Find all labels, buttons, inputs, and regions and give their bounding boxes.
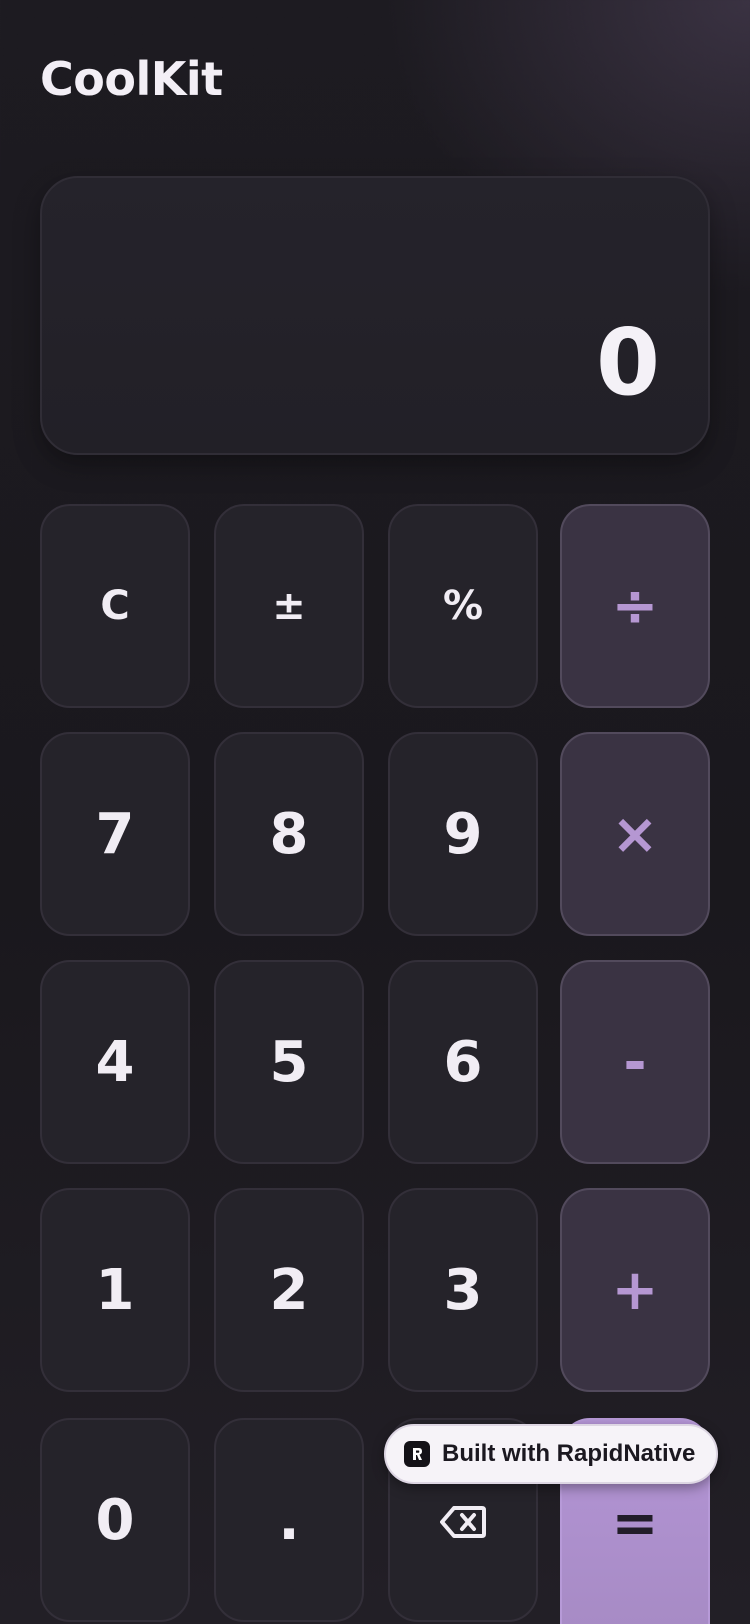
divide-button[interactable]: ÷: [560, 504, 710, 708]
key-label: ÷: [611, 573, 659, 639]
key-label: ×: [611, 801, 659, 867]
digit-4-button[interactable]: 4: [40, 960, 190, 1164]
digit-2-button[interactable]: 2: [214, 1188, 364, 1392]
backspace-icon: [440, 1488, 486, 1553]
multiply-button[interactable]: ×: [560, 732, 710, 936]
key-label: 5: [269, 1029, 309, 1095]
key-label: 0: [95, 1487, 135, 1553]
key-label: 7: [95, 801, 135, 867]
app-title: CoolKit: [40, 52, 223, 106]
key-label: +: [611, 1257, 659, 1323]
sign-toggle-button[interactable]: ±: [214, 504, 364, 708]
digit-8-button[interactable]: 8: [214, 732, 364, 936]
digit-6-button[interactable]: 6: [388, 960, 538, 1164]
built-with-badge[interactable]: Built with RapidNative: [384, 1424, 718, 1484]
key-label: =: [611, 1490, 659, 1556]
digit-0-button[interactable]: 0: [40, 1418, 190, 1622]
key-label: 3: [443, 1257, 483, 1323]
subtract-button[interactable]: -: [560, 960, 710, 1164]
digit-9-button[interactable]: 9: [388, 732, 538, 936]
digit-7-button[interactable]: 7: [40, 732, 190, 936]
key-label: 8: [269, 801, 309, 867]
key-label: %: [442, 583, 484, 629]
key-label: 1: [95, 1257, 135, 1323]
percent-button[interactable]: %: [388, 504, 538, 708]
digit-1-button[interactable]: 1: [40, 1188, 190, 1392]
badge-text: Built with RapidNative: [442, 1440, 696, 1467]
digit-3-button[interactable]: 3: [388, 1188, 538, 1392]
key-label: .: [278, 1487, 300, 1553]
decimal-button[interactable]: .: [214, 1418, 364, 1622]
key-label: C: [100, 583, 130, 629]
add-button[interactable]: +: [560, 1188, 710, 1392]
key-label: 2: [269, 1257, 309, 1323]
key-label: 6: [443, 1029, 483, 1095]
key-label: -: [623, 1029, 647, 1095]
digit-5-button[interactable]: 5: [214, 960, 364, 1164]
rapidnative-logo-icon: [404, 1441, 430, 1467]
clear-button[interactable]: C: [40, 504, 190, 708]
key-label: 4: [95, 1029, 135, 1095]
key-label: 9: [443, 801, 483, 867]
calculator-display: 0: [40, 176, 710, 455]
key-label: ±: [272, 583, 306, 629]
display-value: 0: [595, 309, 660, 416]
